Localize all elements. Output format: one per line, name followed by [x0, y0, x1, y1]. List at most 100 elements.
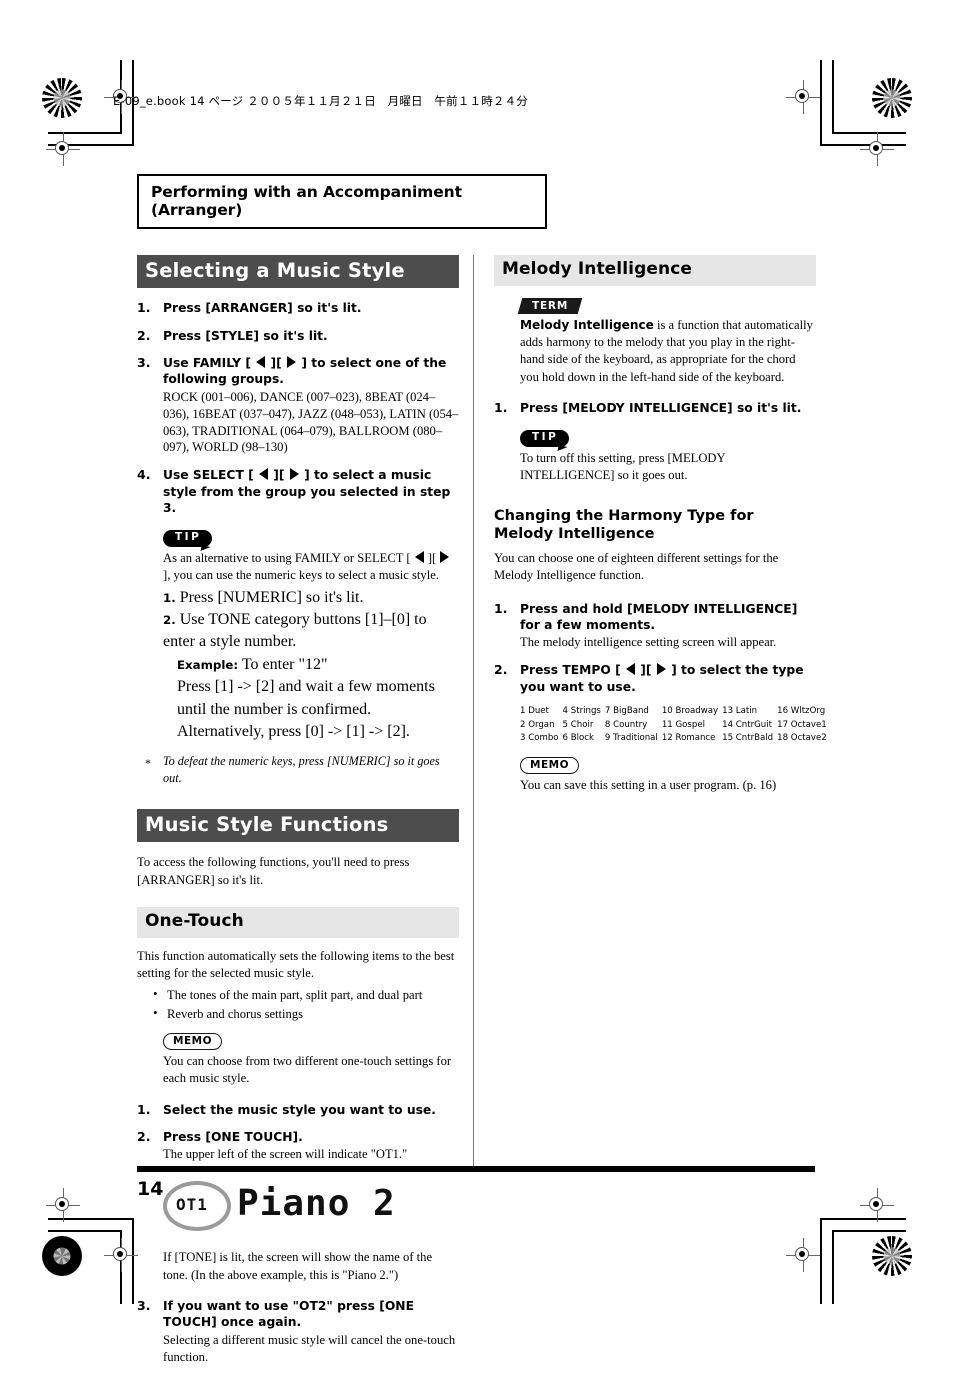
step-item: 2. Press [STYLE] so it's lit. [137, 328, 459, 344]
step-item: 1. Press [MELODY INTELLIGENCE] so it's l… [494, 400, 816, 416]
step-number: 1. [494, 600, 508, 616]
section-heading-music-style-functions: Music Style Functions [137, 809, 459, 843]
harmony-type-item: 2 Organ [520, 719, 555, 730]
tip-badge: TIP [520, 430, 570, 447]
step-detail: ROCK (001–006), DANCE (007–023), 8BEAT (… [163, 389, 459, 455]
memo-callout: MEMO You can choose from two different o… [163, 1031, 459, 1088]
harmony-type-item: 13 Latin [722, 706, 758, 716]
left-arrow-icon [626, 663, 636, 676]
harmony-intro: You can choose one of eighteen different… [494, 551, 779, 583]
column-divider [473, 255, 474, 1168]
step-text: Press [ARRANGER] so it's lit. [163, 301, 362, 316]
step-number: 2. [137, 327, 151, 343]
step-item: 3. Use FAMILY [ ][ ] to select one of th… [137, 355, 459, 456]
section-heading-selecting-music-style: Selecting a Music Style [137, 255, 459, 289]
step-text: Use FAMILY [ ][ ] to select one of the f… [163, 356, 447, 387]
step-text: If you want to use "OT2" press [ONE TOUC… [163, 1299, 414, 1330]
one-touch-intro: This function automatically sets the fol… [137, 948, 455, 981]
term-text: Melody Intelligence is a function that a… [520, 317, 816, 387]
tip-badge: TIP [163, 530, 213, 547]
step-text: Press [MELODY INTELLIGENCE] so it's lit. [520, 401, 802, 416]
memo-badge: MEMO [163, 1032, 222, 1051]
tip-substep: 2. Use TONE category buttons [1]–[0] to … [163, 609, 459, 654]
step-text: Press [ONE TOUCH]. [163, 1130, 303, 1145]
harmony-type-item: 8 Country [604, 719, 648, 730]
left-arrow-icon [414, 550, 424, 563]
step-detail: The upper left of the screen will indica… [163, 1147, 408, 1162]
tip-substep: 1. Press [NUMERIC] so it's lit. [163, 587, 459, 609]
section-heading-melody-intelligence: Melody Intelligence [494, 255, 816, 286]
tip-text-post: ], you can use the numeric keys to selec… [163, 568, 439, 583]
step-number: 3. [137, 1298, 151, 1314]
right-arrow-icon [287, 356, 297, 369]
tip-text-pre: As an alternative to using FAMILY or SEL… [163, 550, 411, 565]
harmony-type-item: 11 Gospel [661, 719, 706, 730]
left-arrow-icon [259, 468, 269, 481]
step-item: 2. Press [ONE TOUCH]. The upper left of … [137, 1129, 459, 1163]
tip-example-detail: Press [1] -> [2] and wait a few moments … [177, 678, 435, 740]
term-badge-label: TERM [532, 299, 569, 312]
footnote: * To defeat the numeric keys, press [NUM… [137, 753, 459, 787]
example-text: To enter "12" [241, 655, 328, 673]
step-detail: Selecting a different music style will c… [163, 1332, 456, 1364]
substep-number: 2. [163, 613, 176, 628]
manual-page: Performing with an Accompaniment (Arrang… [0, 0, 954, 1364]
right-column: Melody Intelligence TERM Melody Intellig… [494, 255, 827, 804]
step-text-pre: Use FAMILY [ [163, 356, 251, 371]
step-detail: The melody intelligence setting screen w… [520, 635, 777, 650]
right-arrow-icon [440, 550, 450, 563]
asterisk-icon: * [145, 756, 151, 771]
step-item: 2. Press TEMPO [ ][ ] to select the type… [494, 662, 816, 695]
harmony-type-item: 16 WltzOrg [777, 706, 826, 716]
harmony-type-table: 1 Duet 2 Organ 3 Combo 4 Strings 5 Choir… [520, 706, 827, 745]
tip-text: To turn off this setting, press [MELODY … [520, 451, 726, 483]
substep-text: Press [NUMERIC] so it's lit. [179, 588, 364, 606]
right-arrow-icon [656, 663, 666, 676]
substep-text: Use TONE category buttons [1]–[0] to ent… [163, 611, 427, 651]
step-number: 3. [137, 355, 151, 371]
lcd-caption: If [TONE] is lit, the screen will show t… [163, 1250, 433, 1282]
step-number: 1. [137, 300, 151, 316]
step-item: 1. Press [ARRANGER] so it's lit. [137, 300, 459, 316]
harmony-type-item: 14 CntrGuit [722, 719, 772, 730]
memo-callout: MEMO You can save this setting in a user… [520, 755, 816, 794]
step-text: Select the music style you want to use. [163, 1102, 436, 1117]
example-label: Example: [177, 657, 239, 672]
lcd-display-figure: OT1 Piano 2 [163, 1179, 459, 1237]
harmony-type-item: 7 BigBand [604, 706, 649, 716]
harmony-type-item: 18 Octave2 [777, 733, 827, 744]
substep-number: 1. [163, 590, 176, 605]
lcd-one-touch-indicator: OT1 [176, 1195, 208, 1215]
list-item: Reverb and chorus settings [153, 1004, 459, 1023]
subsection-heading-one-touch: One-Touch [137, 907, 459, 938]
left-column: Selecting a Music Style 1. Press [ARRANG… [137, 255, 459, 1377]
page-number: 14 [137, 1178, 164, 1200]
harmony-type-item: 4 Strings [562, 706, 601, 716]
section-intro: To access the following functions, you'l… [137, 855, 410, 887]
step-number: 1. [137, 1101, 151, 1117]
tip-substeps: 1. Press [NUMERIC] so it's lit. 2. Use T… [163, 587, 459, 744]
step-text: Press [STYLE] so it's lit. [163, 328, 328, 343]
list-item: The tones of the main part, split part, … [153, 985, 459, 1004]
step-item: 1. Press and hold [MELODY INTELLIGENCE] … [494, 601, 816, 652]
harmony-type-item: 6 Block [562, 733, 594, 744]
step-number: 2. [494, 662, 508, 678]
term-bold-lead: Melody Intelligence [520, 317, 654, 332]
footer-rule [137, 1166, 815, 1172]
harmony-type-item: 15 CntrBald [722, 733, 774, 744]
harmony-type-item: 17 Octave1 [777, 719, 827, 730]
memo-badge: MEMO [520, 756, 579, 774]
left-arrow-icon [256, 356, 266, 369]
memo-text: You can save this setting in a user prog… [520, 777, 777, 792]
lcd-tone-name: Piano 2 [237, 1183, 396, 1225]
harmony-type-item: 3 Combo [520, 733, 559, 744]
harmony-type-item: 12 Romance [661, 733, 716, 744]
term-badge: TERM [517, 297, 583, 314]
step-number: 4. [137, 467, 151, 483]
term-callout: TERM Melody Intelligence is a function t… [517, 296, 816, 387]
step-text: Use SELECT [ ][ ] to select a music styl… [163, 468, 451, 515]
step-text-pre: Use SELECT [ [163, 468, 254, 483]
step-text: Press and hold [MELODY INTELLIGENCE] for… [520, 601, 798, 633]
subsection-heading-changing-harmony-type: Changing the Harmony Type for Melody Int… [494, 507, 754, 542]
step-text-pre: Press TEMPO [ [520, 663, 621, 678]
